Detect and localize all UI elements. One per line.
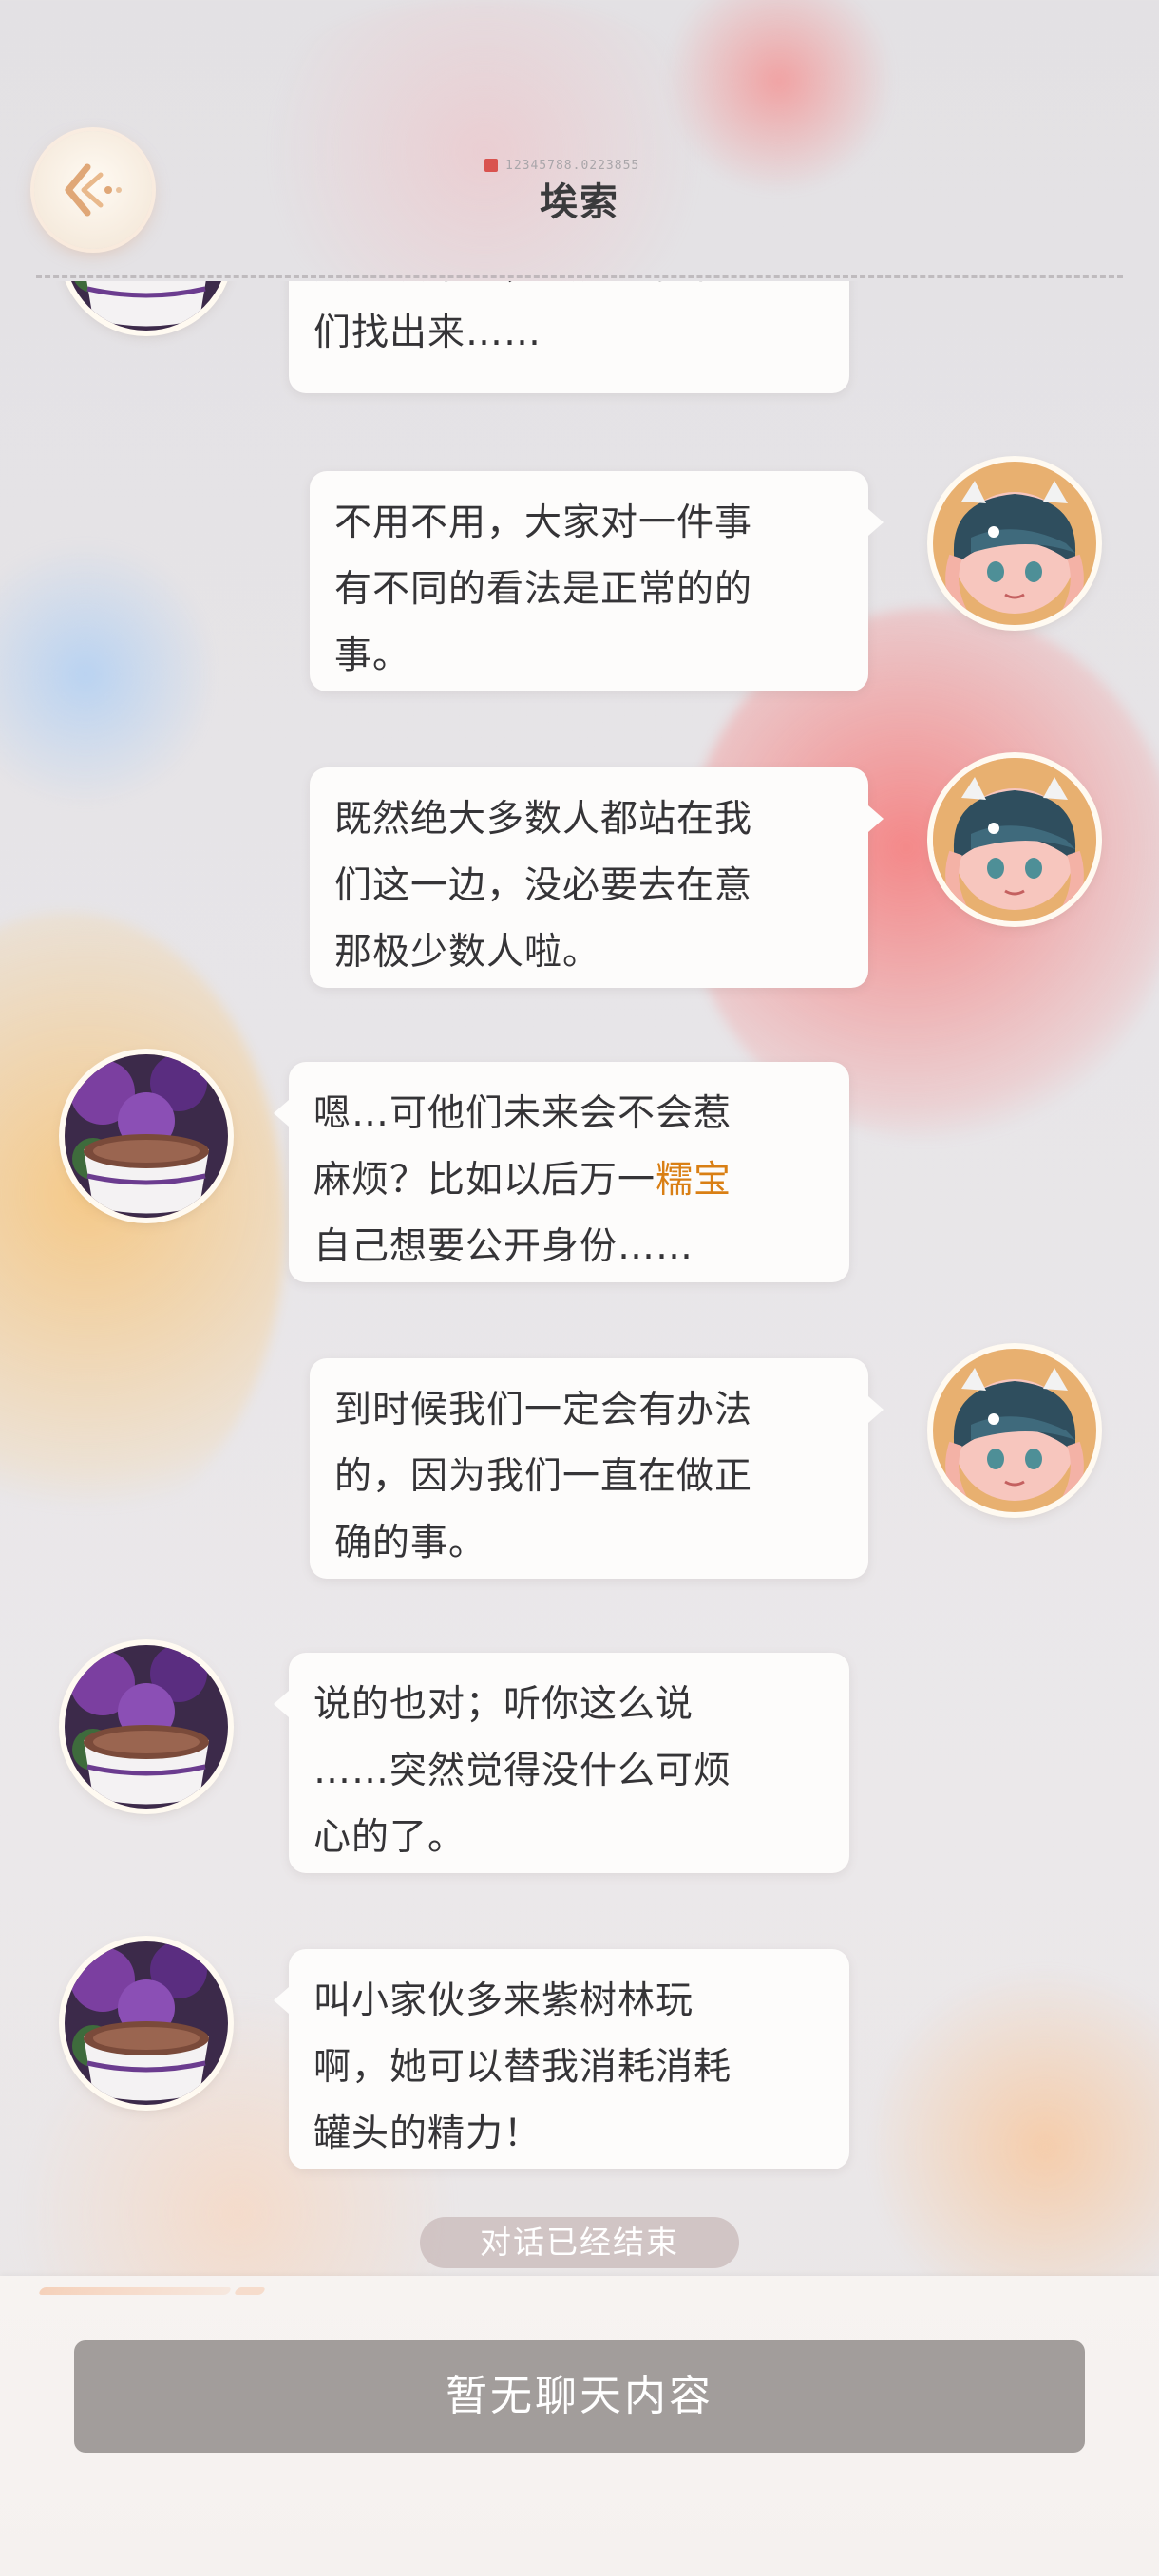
conversation-ended-badge: 对话已经结束 [420,2217,739,2268]
message-bubble: 不用不用，大家对一件事 有不同的看法是正常的的 事。 [310,471,884,691]
message-line: 叫小家伙多来紫树林玩 [314,1979,694,2022]
coffee-flower-avatar[interactable] [65,281,228,331]
message-line: 们这一边，没必要去在意 [334,864,753,907]
page-title: 埃索 [540,180,619,224]
decorative-stripe [37,2287,233,2295]
girl-cap-avatar[interactable] [933,462,1096,625]
message-text: 麻烦？比如以后万一 [314,1159,656,1202]
coffee-flower-avatar[interactable] [65,1645,228,1809]
message-bubble: 大的技术服，要是能把他 们找出来…… [289,281,849,393]
footer: 暂无聊天内容 [0,2276,1159,2576]
stamp-icon [484,159,498,172]
message-line: 既然绝大多数人都站在我 [334,798,753,841]
message-bubble: 到时候我们一定会有办法 的，因为我们一直在做正 确的事。 [310,1358,884,1579]
message-line: 事。 [334,635,411,677]
decorative-stripe [233,2287,267,2295]
girl-cap-avatar[interactable] [933,758,1096,921]
message-line: 确的事。 [334,1522,487,1564]
message-bubble: 说的也对；听你这么说 ……突然觉得没什么可烦 心的了。 [274,1653,849,1873]
message-line: 有不同的看法是正常的的 [334,568,753,611]
message-line: 的，因为我们一直在做正 [334,1455,753,1498]
message-line: 说的也对；听你这么说 [314,1683,694,1726]
message-bubble: 既然绝大多数人都站在我 们这一边，没必要去在意 那极少数人啦。 [310,767,884,988]
message-line: 那极少数人啦。 [334,931,601,974]
message-bubble: 叫小家伙多来紫树林玩 啊，她可以替我消耗消耗 罐头的精力！ [274,1949,849,2169]
message-line: 们找出来…… [314,312,542,354]
coffee-flower-avatar[interactable] [65,1054,228,1218]
message-line: 自己想要公开身份…… [314,1225,694,1268]
message-line: 罐头的精力！ [314,2112,542,2155]
message-bubble: 嗯…可他们未来会不会惹 麻烦？比如以后万一糯宝 自己想要公开身份…… [274,1062,849,1282]
message-line: 嗯…可他们未来会不会惹 [314,1092,732,1135]
header: 12345788.0223855 埃索 [0,0,1159,281]
message-line: 麻烦？比如以后万一糯宝 [314,1147,825,1214]
chat-list[interactable]: 大的技术服，要是能把他 们找出来…… 不用不用，大家对一件事 有不同的看法是正常… [0,281,1159,2276]
message-line: 不用不用，大家对一件事 [334,502,753,544]
highlighted-name[interactable]: 糯宝 [656,1159,732,1202]
coffee-flower-avatar[interactable] [65,1941,228,2105]
girl-cap-avatar[interactable] [933,1349,1096,1512]
message-line: 大的技术服，要是能把他 [314,281,825,300]
message-line: 到时候我们一定会有办法 [334,1389,753,1431]
message-line: 心的了。 [314,1816,466,1859]
message-line: 啊，她可以替我消耗消耗 [314,2046,732,2089]
message-line: ……突然觉得没什么可烦 [314,1750,732,1792]
header-divider [36,275,1123,278]
no-chat-content-button[interactable]: 暂无聊天内容 [74,2340,1085,2453]
